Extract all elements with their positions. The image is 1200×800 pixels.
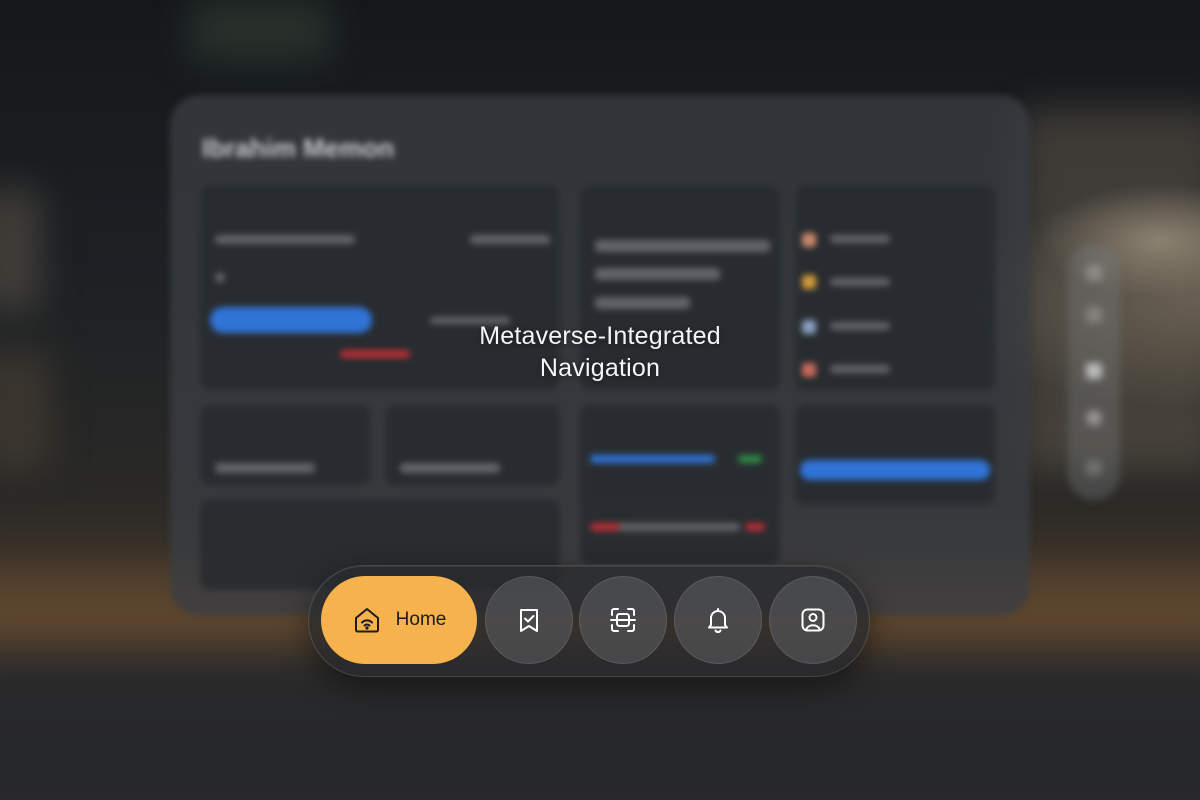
nav-scan-button[interactable] [579,576,667,664]
primary-action-blur [210,307,372,333]
bottom-nav-dock: Home [308,565,870,677]
headline-line-2: Navigation [539,354,661,382]
side-card [795,405,995,505]
nav-home-button[interactable]: Home [321,576,477,664]
vr-scene: Ibrahim Memon Metaverse-Integrated Navig… [0,0,1200,800]
home-wifi-icon [352,605,382,635]
stat-card-1 [200,405,370,485]
nav-notifications-button[interactable] [674,576,762,664]
nav-bookmarks-button[interactable] [485,576,573,664]
bookmark-check-icon [514,605,544,635]
headline: Metaverse-Integrated Navigation [400,320,800,384]
stat-card-2 [385,405,560,485]
bell-icon [703,605,733,635]
nav-profile-button[interactable] [769,576,857,664]
progress-card [580,405,780,565]
profile-icon [798,605,828,635]
nav-home-label: Home [395,609,447,630]
contacts-card [795,185,995,390]
side-toolbar [1068,245,1120,500]
headline-line-1: Metaverse-Integrated [479,322,721,350]
window-title: Ibrahim Memon [202,133,395,163]
scan-icon [607,604,639,636]
